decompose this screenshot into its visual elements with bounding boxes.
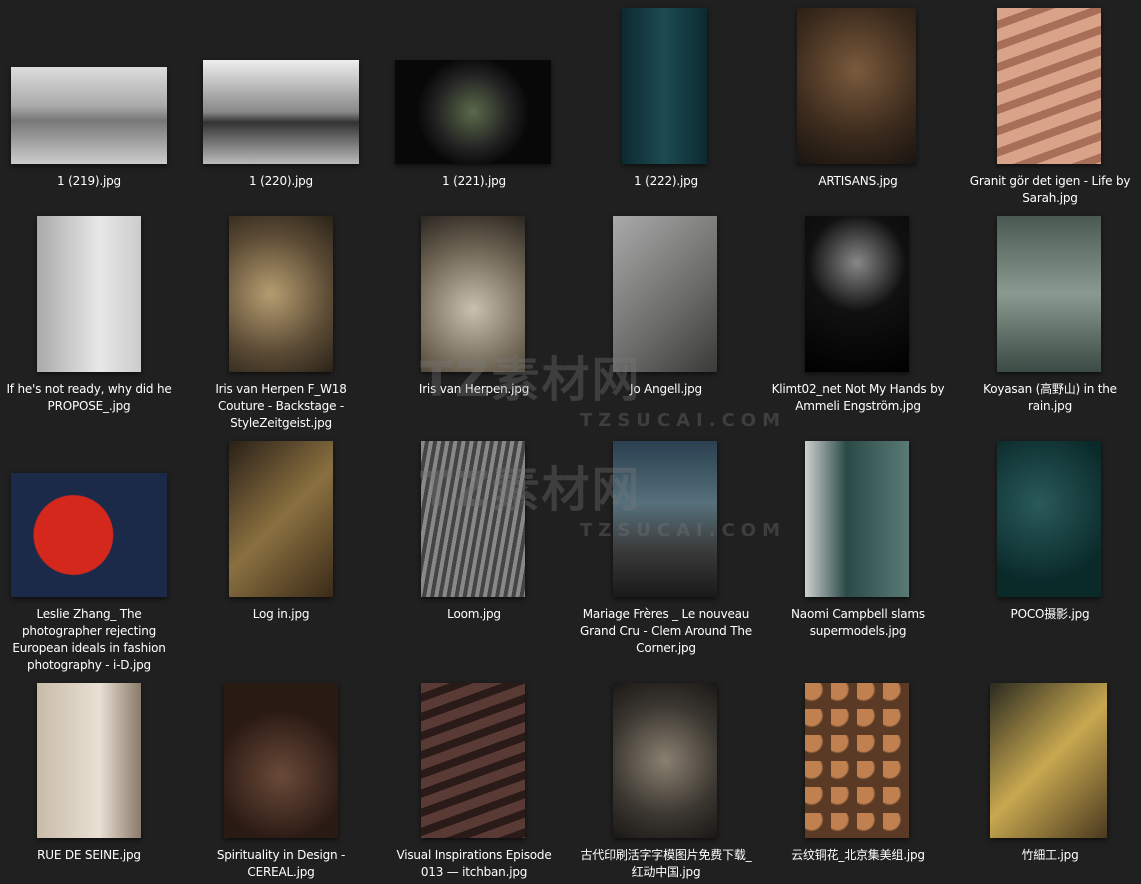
file-thumbnail[interactable] <box>997 8 1101 164</box>
file-name-label[interactable]: 1 (221).jpg <box>384 173 564 190</box>
file-thumbnail[interactable] <box>997 441 1101 597</box>
file-name-label[interactable]: 1 (219).jpg <box>0 173 179 190</box>
file-name-label[interactable]: Mariage Frères _ Le nouveau Grand Cru - … <box>576 606 756 657</box>
file-thumbnail[interactable] <box>395 60 551 164</box>
file-name-label[interactable]: Leslie Zhang_ The photographer rejecting… <box>0 606 179 674</box>
file-name-label[interactable]: Visual Inspirations Episode 013 — itchba… <box>384 847 564 881</box>
file-name-label[interactable]: Klimt02_net Not My Hands by Ammeli Engst… <box>768 381 948 415</box>
file-thumbnail[interactable] <box>805 441 909 597</box>
file-name-label[interactable]: Iris van Herpen.jpg <box>384 381 564 398</box>
file-thumbnail[interactable] <box>11 473 167 597</box>
file-name-label[interactable]: 云纹铜花_北京集美组.jpg <box>768 847 948 864</box>
file-thumbnail[interactable] <box>229 216 333 372</box>
file-name-label[interactable]: 1 (222).jpg <box>576 173 756 190</box>
file-name-label[interactable]: Naomi Campbell slams supermodels.jpg <box>768 606 948 640</box>
file-name-label[interactable]: Log in.jpg <box>191 606 371 623</box>
file-thumbnail[interactable] <box>203 60 359 164</box>
file-name-label[interactable]: Jo Angell.jpg <box>576 381 756 398</box>
file-name-label[interactable]: RUE DE SEINE.jpg <box>0 847 179 864</box>
file-thumbnail[interactable] <box>37 683 141 838</box>
file-name-label[interactable]: POCO摄影.jpg <box>960 606 1140 623</box>
file-thumbnail[interactable] <box>613 441 717 597</box>
file-thumbnail[interactable] <box>421 683 525 838</box>
file-thumbnail[interactable] <box>229 441 333 597</box>
file-name-label[interactable]: 1 (220).jpg <box>191 173 371 190</box>
file-thumbnail[interactable] <box>421 441 525 597</box>
file-name-label[interactable]: Koyasan (高野山) in the rain.jpg <box>960 381 1140 415</box>
file-name-label[interactable]: Iris van Herpen F_W18 Couture - Backstag… <box>191 381 371 432</box>
file-name-label[interactable]: If he's not ready, why did he PROPOSE_.j… <box>0 381 179 415</box>
watermark-domain: TZSUCAI.COM <box>580 410 787 431</box>
file-thumbnail[interactable] <box>990 683 1107 838</box>
file-thumbnail[interactable] <box>805 216 909 372</box>
file-thumbnail[interactable] <box>797 8 916 164</box>
file-name-label[interactable]: ARTISANS.jpg <box>768 173 948 190</box>
file-name-label[interactable]: 古代印刷活字字模图片免费下载_红动中国.jpg <box>576 847 756 881</box>
file-name-label[interactable]: 竹細工.jpg <box>960 847 1140 864</box>
file-thumbnail[interactable] <box>421 216 525 372</box>
file-thumbnail[interactable] <box>622 8 707 164</box>
file-thumbnail[interactable] <box>224 683 338 838</box>
file-thumbnail[interactable] <box>11 67 167 164</box>
file-thumbnail[interactable] <box>613 216 717 372</box>
file-name-label[interactable]: Spirituality in Design - CEREAL.jpg <box>191 847 371 881</box>
file-thumbnail[interactable] <box>997 216 1101 372</box>
file-thumbnail[interactable] <box>37 216 141 372</box>
file-thumbnail[interactable] <box>613 683 717 838</box>
file-thumbnail[interactable] <box>805 683 909 838</box>
file-name-label[interactable]: Granit gör det igen - Life by Sarah.jpg <box>960 173 1140 207</box>
file-name-label[interactable]: Loom.jpg <box>384 606 564 623</box>
